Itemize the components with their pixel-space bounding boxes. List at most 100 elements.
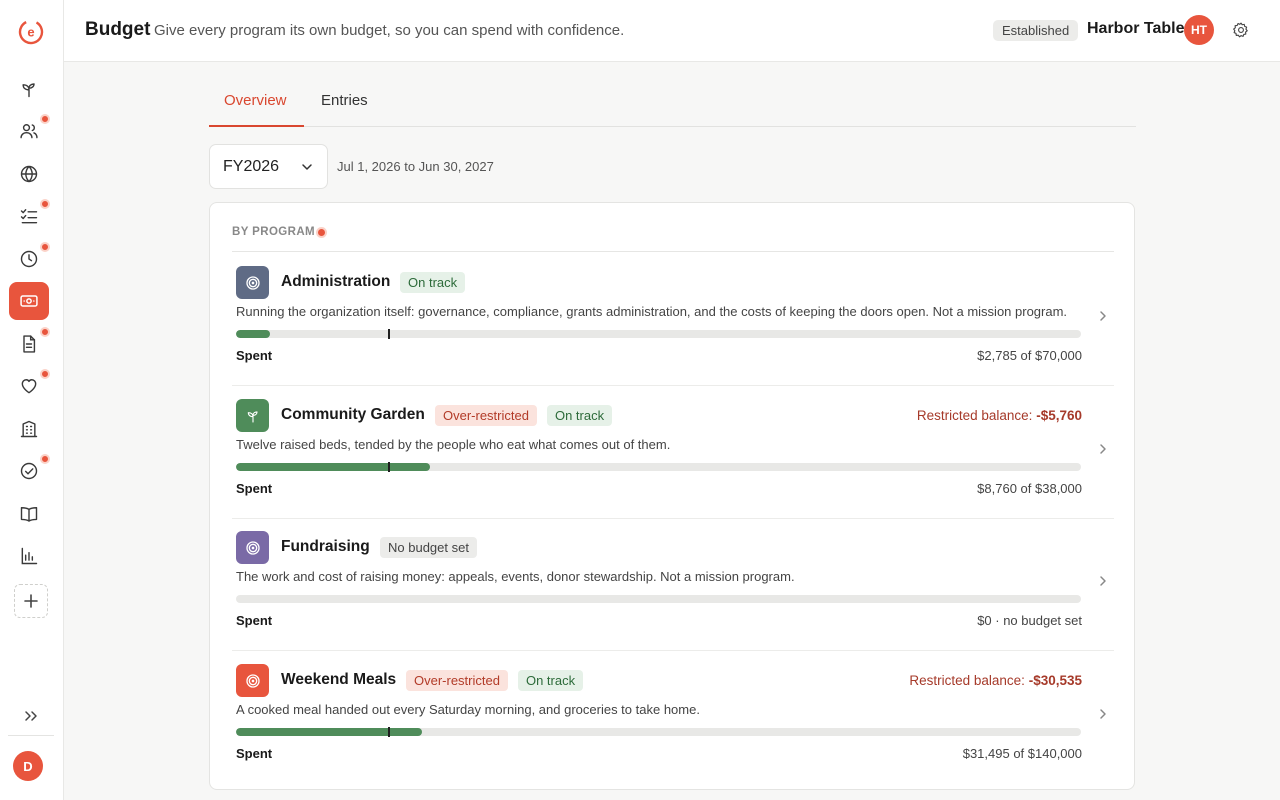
sprout-icon [22, 83, 35, 98]
restricted-balance-amount: -$30,535 [1028, 673, 1082, 688]
sidebar-item-heart[interactable] [9, 367, 50, 405]
target-icon [245, 540, 260, 555]
sidebar-divider [8, 735, 54, 736]
sidebar-item-sprout[interactable] [9, 70, 49, 108]
document-icon [23, 335, 36, 353]
bar-chart-icon [21, 547, 38, 565]
section-divider [232, 251, 1114, 252]
user-avatar[interactable]: D [13, 751, 43, 781]
time-elapsed-marker [388, 462, 390, 472]
program-description: A cooked meal handed out every Saturday … [236, 702, 700, 717]
program-name: Fundraising [281, 538, 370, 555]
program-badges: No budget set [380, 537, 477, 558]
fiscal-year-select[interactable]: FY2026 [209, 144, 328, 189]
app-logo[interactable]: e [18, 19, 44, 45]
row-chevron[interactable] [1097, 309, 1109, 321]
spent-label: Spent [236, 613, 273, 628]
program-badges: Over-restricted On track [435, 405, 613, 426]
row-chevron[interactable] [1097, 707, 1109, 719]
people-icon [20, 124, 38, 139]
program-row[interactable]: Community Garden Over-restricted On track R… [232, 386, 1114, 519]
notification-dot [40, 114, 50, 124]
notification-dot [40, 199, 50, 209]
program-icon [236, 531, 269, 564]
program-badges: Over-restricted On track [406, 670, 584, 691]
time-elapsed-marker [388, 727, 390, 737]
restricted-balance-label: Restricted balance: [909, 673, 1025, 688]
sidebar-item-globe[interactable] [9, 155, 49, 193]
status-badge: No budget set [380, 537, 477, 558]
program-badges: On track [400, 272, 466, 293]
checklist-icon [20, 209, 38, 224]
notification-dot [40, 369, 50, 379]
restricted-balance-amount: -$5,760 [1036, 408, 1082, 423]
notification-dot [40, 454, 50, 464]
program-name: Community Garden [281, 406, 425, 423]
org-name[interactable]: Harbor Table [1087, 20, 1185, 38]
org-avatar[interactable]: HT [1184, 15, 1214, 45]
restricted-balance-label: Restricted balance: [916, 408, 1033, 423]
status-badge: On track [400, 272, 466, 293]
notification-dot [316, 227, 327, 238]
program-description: Running the organization itself: governa… [236, 304, 1068, 319]
restricted-balance: Restricted balance: -$5,760 [917, 408, 1082, 423]
budget-progress-bar [236, 595, 1081, 603]
chevron-down-icon [302, 164, 312, 170]
section-label: BY PROGRAM [232, 226, 316, 238]
svg-text:e: e [27, 25, 34, 40]
chevron-right-icon [1100, 444, 1106, 454]
row-chevron[interactable] [1097, 574, 1109, 586]
money-icon [20, 295, 38, 307]
sidebar-item-document[interactable] [9, 325, 50, 363]
program-row[interactable]: Weekend Meals Over-restricted On track Rest… [232, 651, 1114, 784]
check-circle-icon [20, 462, 38, 480]
tab-overview[interactable]: Overview [209, 84, 304, 127]
spent-value: $0 · no budget set [977, 613, 1082, 628]
notification-dot [40, 242, 50, 252]
budget-progress-bar [236, 728, 1081, 736]
program-description: The work and cost of raising money: appe… [236, 569, 795, 584]
budget-progress-bar [236, 330, 1081, 338]
chevron-right-icon [1100, 311, 1106, 321]
add-button[interactable] [14, 584, 48, 618]
sidebar-item-building[interactable] [9, 410, 49, 448]
double-chevron-right-icon [25, 711, 37, 721]
spent-value: $2,785 of $70,000 [977, 348, 1082, 363]
status-badge: On track [546, 405, 613, 426]
gear-icon [1233, 22, 1248, 38]
target-icon [245, 673, 260, 688]
sidebar-item-check-circle[interactable] [9, 452, 50, 490]
row-chevron[interactable] [1097, 442, 1109, 454]
spent-label: Spent [236, 746, 273, 761]
settings-button[interactable] [1231, 20, 1251, 40]
program-icon [236, 399, 269, 432]
program-budget-card: BY PROGRAM Administration On track Running… [209, 202, 1135, 790]
sidebar-item-clock[interactable] [9, 240, 50, 278]
sidebar-item-book[interactable] [9, 495, 49, 533]
sidebar-item-money[interactable] [9, 282, 49, 320]
time-elapsed-marker [388, 329, 390, 339]
clock-icon [20, 250, 38, 268]
status-badge: Over-restricted [435, 405, 537, 426]
chevron-right-icon [1100, 576, 1106, 586]
program-name: Administration [281, 273, 391, 290]
spent-value: $8,760 of $38,000 [977, 481, 1082, 496]
target-icon [245, 275, 260, 290]
expand-sidebar-button[interactable] [18, 704, 44, 728]
spent-label: Spent [236, 348, 273, 363]
building-icon [20, 420, 38, 438]
globe-icon [20, 165, 38, 183]
sidebar-item-bar-chart[interactable] [9, 537, 49, 575]
budget-progress-fill [236, 330, 270, 338]
sidebar-item-checklist[interactable] [9, 197, 50, 235]
spent-label: Spent [236, 481, 273, 496]
sidebar-item-people[interactable] [9, 112, 50, 150]
tier-badge: Established [993, 20, 1079, 41]
tab-bar: Overview Entries [209, 84, 1136, 127]
program-row[interactable]: Administration On track Running the organi… [232, 253, 1114, 386]
sprout-icon [247, 410, 258, 423]
fiscal-year-range: Jul 1, 2026 to Jun 30, 2027 [337, 159, 494, 174]
program-row[interactable]: Fundraising No budget set The work and cos… [232, 518, 1114, 651]
tab-entries[interactable]: Entries [306, 84, 383, 127]
plus-icon [24, 594, 38, 608]
